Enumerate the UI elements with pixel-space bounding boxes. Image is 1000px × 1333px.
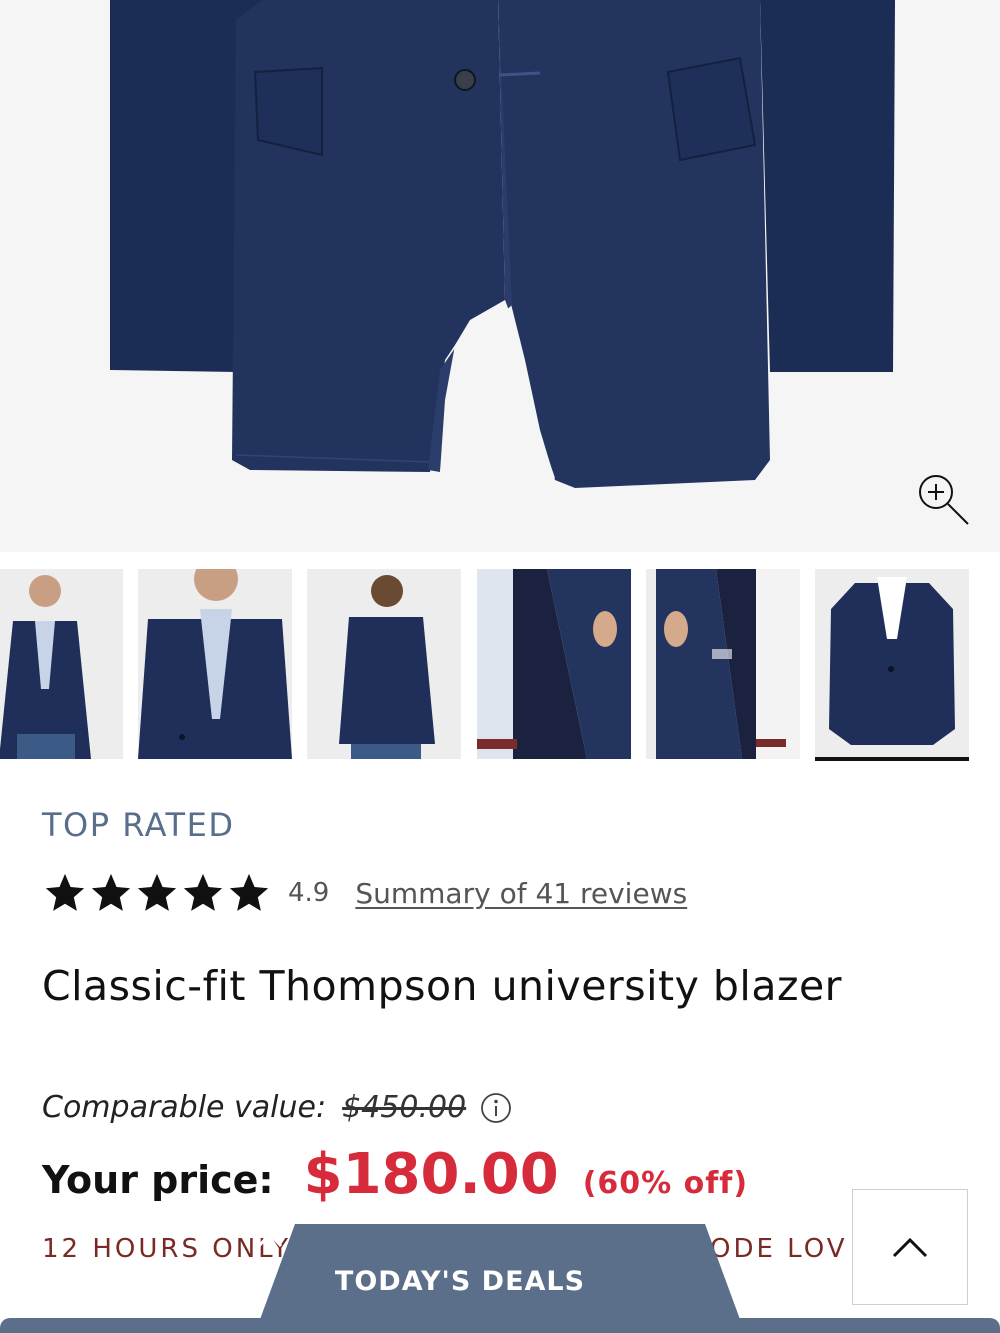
star-icon (91, 873, 131, 911)
sale-price: $180.00 (303, 1142, 559, 1207)
zoom-icon[interactable] (912, 470, 972, 530)
info-icon[interactable] (480, 1092, 512, 1124)
thumbnail-flat-lay[interactable] (815, 569, 969, 761)
rating-value: 4.9 (288, 878, 330, 908)
reviews-summary-link[interactable]: Summary of 41 reviews (355, 877, 687, 910)
rating-row: 4.9 Summary of 41 reviews (42, 868, 687, 918)
star-icon (137, 873, 177, 911)
your-price-label: Your price: (42, 1158, 274, 1202)
comparable-value: Comparable value: $450.00 (42, 1090, 512, 1125)
thumbnail-lining-left[interactable] (477, 569, 631, 759)
price-row: Your price: $180.00 (60% off) (42, 1142, 748, 1207)
scroll-to-top-button[interactable] (852, 1189, 968, 1305)
rating-stars (42, 870, 272, 916)
thumbnail-lining-right[interactable] (646, 569, 800, 759)
todays-deals-label: TODAY'S DEALS (334, 1266, 586, 1297)
star-icon (229, 873, 269, 911)
top-rated-badge: TOP RATED (42, 806, 235, 844)
comparable-label: Comparable value: (42, 1090, 327, 1125)
thumbnail-strip (0, 569, 1000, 764)
promo-text-left: 12 HOURS ONLY (42, 1234, 292, 1264)
star-icon (45, 873, 85, 911)
product-hero-image[interactable] (0, 0, 1000, 552)
chevron-up-icon (257, 1231, 283, 1248)
thumbnail-back-model[interactable] (307, 569, 461, 759)
thumbnail-front-model[interactable] (0, 569, 123, 759)
product-title: Classic-fit Thompson university blazer (42, 962, 843, 1010)
bottom-bar (0, 1318, 1000, 1333)
blazer-illustration (110, 0, 895, 488)
star-icon (183, 873, 223, 911)
discount-percent: (60% off) (582, 1166, 749, 1201)
chevron-up-icon (892, 1237, 928, 1258)
thumbnail-detail-model[interactable] (138, 569, 292, 759)
todays-deals-tab[interactable]: TODAY'S DEALS (255, 1224, 745, 1333)
comparable-price: $450.00 (342, 1090, 467, 1125)
